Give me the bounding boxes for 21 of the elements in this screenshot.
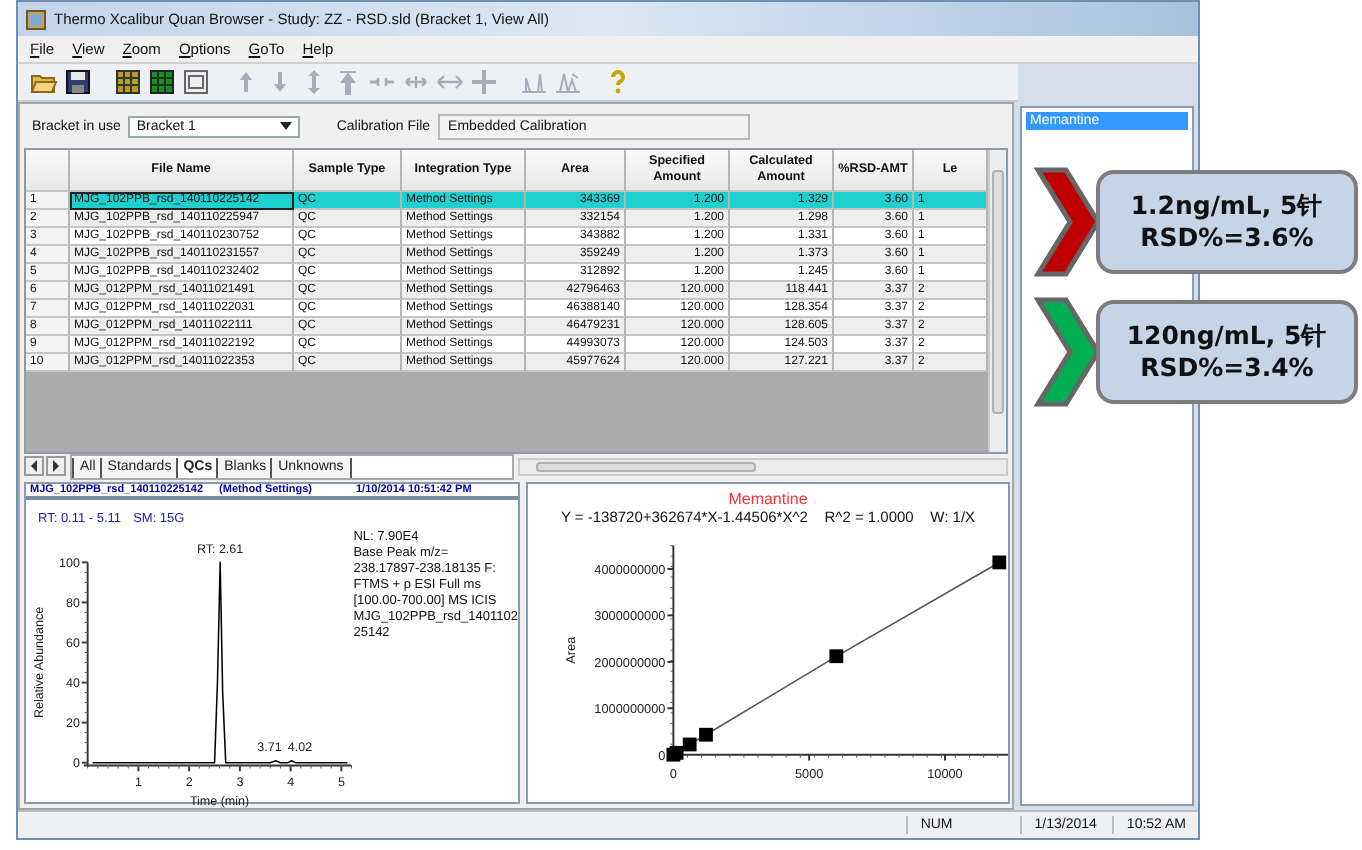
grid-icon[interactable] [148, 68, 176, 96]
callout-text: 1.2ng/mL, 5针 [1130, 190, 1324, 222]
data-point [829, 649, 844, 664]
grid-icon[interactable] [114, 68, 142, 96]
data-point [992, 555, 1007, 570]
app-icon [26, 9, 46, 29]
callout-text: RSD%=3.4% [1140, 352, 1314, 384]
next-tab-icon[interactable] [46, 456, 66, 476]
caret-icon [280, 122, 293, 130]
callout-text: 120ng/mL, 5针 [1126, 320, 1328, 352]
callout-text: RSD%=3.6% [1140, 222, 1314, 254]
previous-tab-icon[interactable] [24, 456, 44, 476]
window-icon[interactable] [182, 68, 210, 96]
move-arrows-icon[interactable] [470, 68, 498, 96]
save-icon[interactable] [64, 68, 92, 96]
vertical-scrollbar[interactable] [988, 150, 1006, 452]
top-arrow-icon[interactable] [334, 68, 362, 96]
peaks-icon[interactable] [554, 68, 582, 96]
horizontal-scrollbar[interactable] [518, 457, 1008, 475]
chart-title: Memantine [728, 490, 808, 508]
peak-icon[interactable] [520, 68, 548, 96]
